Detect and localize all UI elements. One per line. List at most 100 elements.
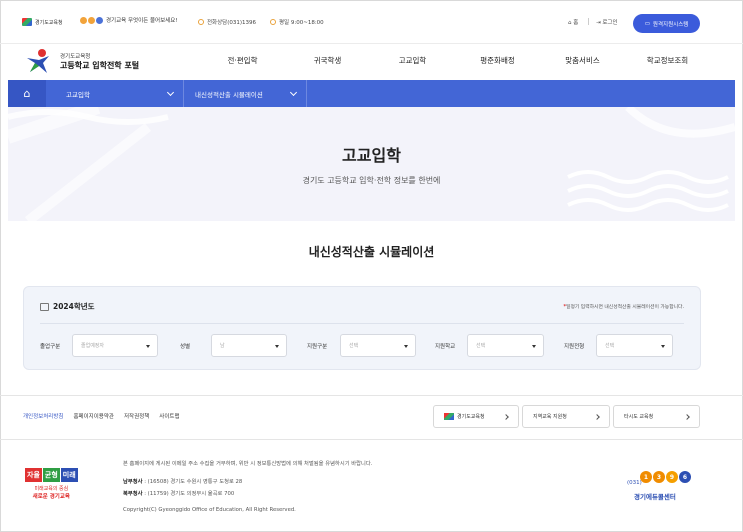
phone-icon: [198, 19, 204, 25]
chevron-right-icon: [594, 414, 600, 420]
academic-year-label: 2024학년도: [53, 302, 95, 311]
nav-item-transfer[interactable]: 전·편입학: [200, 55, 285, 66]
south-office-label: 남부청사: [123, 479, 143, 485]
hours-info: 평일 9:00~18:00: [270, 18, 324, 26]
caret-down-icon: [146, 345, 150, 348]
nav-item-admission[interactable]: 고교입학: [370, 55, 455, 66]
home-icon: ⌂: [23, 87, 31, 100]
breadcrumb-level1-label: 고교입학: [66, 90, 90, 99]
footer-info: 본 홈페이지에 게시된 이메일 주소 수집을 거부하며, 위반 시 정보통신망법…: [123, 458, 372, 516]
slogan-word: 균형: [42, 468, 60, 482]
divider: [40, 323, 684, 324]
south-office-text: : (16508) 경기도 수원시 영통구 도청로 28: [144, 479, 243, 485]
north-office-text: : (11759) 경기도 의정부시 율곡로 700: [144, 491, 235, 497]
breadcrumb-level1-dropdown[interactable]: 고교입학: [46, 80, 184, 107]
apply-school-value: 선택: [476, 343, 486, 349]
login-link-label: 로그인: [602, 20, 618, 26]
slogan-sub: 미래교육의 중심: [34, 486, 69, 492]
south-office-address: 남부청사 : (16508) 경기도 수원시 영통구 도청로 28: [123, 476, 372, 488]
apply-school-select[interactable]: 선택: [467, 334, 544, 357]
ball-icon: [80, 16, 87, 24]
hours-text: 평일 9:00~18:00: [279, 20, 324, 26]
remote-support-label: 원격지원시스템: [652, 21, 689, 28]
apply-track-value: 선택: [605, 343, 615, 349]
site-logo-icon: [27, 49, 49, 73]
office-logo[interactable]: 경기도교육청: [22, 18, 63, 26]
top-utility-bar: 경기도교육청 경기교육 무엇이든 물어보세요! 전화상담(031)1396 평일…: [0, 0, 743, 44]
page-subtitle: 경기도 고등학교 입학·전학 정보를 한번에: [302, 176, 441, 185]
slogan-word: 자율: [25, 468, 42, 482]
graduation-type-select[interactable]: 졸업예정자: [72, 334, 158, 357]
brand-line1: 경기도교육청: [60, 53, 91, 60]
simulator-note: *일정기 입력하시면 내신성적산출 시뮬레이션이 가능합니다.: [564, 303, 684, 310]
promo-banner[interactable]: 경기교육 무엇이든 물어보세요!: [80, 16, 177, 24]
footer-link-bar: 개인정보처리방침 홈페이지이용약관 저작권정책 사이트맵 경기도교육청 지역교육…: [0, 395, 743, 440]
chevron-down-icon: [289, 88, 298, 97]
call-center-logo: 1 3 9 6 (031) 경기에듀콜센터: [624, 463, 702, 508]
privacy-policy-link[interactable]: 개인정보처리방침: [23, 412, 63, 420]
page-title: 고교입학: [342, 146, 401, 165]
nav-item-assignment[interactable]: 평준화배정: [455, 55, 540, 66]
simulator-panel: 2024학년도 *일정기 입력하시면 내신성적산출 시뮬레이션이 가능합니다. …: [23, 286, 701, 370]
nav-item-school-info[interactable]: 학교정보조회: [625, 55, 710, 66]
clock-icon: [270, 19, 276, 25]
office-logo-icon: [444, 413, 454, 420]
call-center-digits: 1 3 9 6: [640, 471, 691, 483]
copyright-policy-link[interactable]: 저작권정책: [124, 412, 149, 420]
monitor-icon: ▭: [644, 20, 650, 27]
gender-select[interactable]: 남: [211, 334, 287, 357]
home-icon: ⌂: [568, 20, 572, 26]
breadcrumb-home[interactable]: ⌂: [8, 80, 46, 107]
office-logo-icon: [22, 18, 32, 26]
apply-track-select[interactable]: 선택: [596, 334, 673, 357]
breadcrumb: ⌂ 고교입학 내신성적산출 시뮬레이션: [8, 80, 735, 107]
login-link[interactable]: ⇥ 로그인: [596, 18, 618, 26]
copyright-text: Copyright(C) Gyeonggido Office of Educat…: [123, 507, 296, 513]
call-center-area-code: (031): [627, 480, 642, 486]
apply-school-label: 지원학교: [435, 344, 456, 350]
home-link-label: 홈: [573, 20, 579, 26]
breadcrumb-level2-label: 내신성적산출 시뮬레이션: [195, 90, 263, 99]
nav-item-custom[interactable]: 맞춤서비스: [540, 55, 625, 66]
nav-item-returnee[interactable]: 귀국학생: [285, 55, 370, 66]
office-logo-text: 경기도교육청: [35, 19, 63, 26]
graduation-type-value: 졸업예정자: [81, 343, 105, 349]
chevron-right-icon: [684, 414, 690, 420]
section-title: 내신성적산출 시뮬레이션: [308, 245, 435, 259]
apply-type-select[interactable]: 선택: [340, 334, 416, 357]
simulator-note-text: 일정기 입력하시면 내신성적산출 시뮬레이션이 가능합니다.: [566, 305, 684, 310]
footer-links: 개인정보처리방침 홈페이지이용약관 저작권정책 사이트맵: [23, 412, 180, 420]
terms-link[interactable]: 홈페이지이용약관: [73, 412, 113, 420]
other-office-button[interactable]: 타시도 교육청: [613, 405, 700, 428]
north-office-address: 북부청사 : (11759) 경기도 의정부시 율곡로 700: [123, 488, 372, 500]
home-link[interactable]: ⌂ 홈: [568, 18, 578, 26]
digit-ball: 9: [666, 471, 678, 483]
digit-ball: 3: [653, 471, 665, 483]
breadcrumb-level2-dropdown[interactable]: 내신성적산출 시뮬레이션: [185, 80, 307, 107]
ball-icon: [88, 16, 95, 24]
apply-type-value: 선택: [349, 343, 359, 349]
chevron-right-icon: [503, 414, 509, 420]
gender-label: 성별: [180, 344, 191, 350]
phone-info: 전화상담(031)1396: [198, 18, 256, 26]
digit-ball: 1: [640, 471, 652, 483]
local-office-label: 지역교육 지원청: [533, 414, 567, 420]
footer-slogan-logo: 자율 균형 미래 미래교육의 중심 새로운 경기교육: [25, 468, 78, 500]
ball-icon: [96, 16, 103, 24]
site-logo[interactable]: 경기도교육청 고등학교 입학전학 포털: [25, 48, 139, 74]
sitemap-link[interactable]: 사이트맵: [159, 412, 179, 420]
apply-type-label: 지원구분: [307, 344, 328, 350]
gender-value: 남: [220, 343, 225, 349]
call-center-name: 경기에듀콜센터: [634, 493, 676, 501]
graduation-type-label: 졸업구분: [40, 344, 61, 350]
caret-down-icon: [404, 345, 408, 348]
apply-track-label: 지원전형: [564, 344, 585, 350]
remote-support-button[interactable]: ▭ 원격지원시스템: [633, 14, 700, 33]
office-site-button[interactable]: 경기도교육청: [433, 405, 519, 428]
other-office-label: 타시도 교육청: [624, 414, 654, 420]
caret-down-icon: [532, 345, 536, 348]
local-office-button[interactable]: 지역교육 지원청: [522, 405, 610, 428]
login-icon: ⇥: [596, 20, 601, 26]
north-office-label: 북부청사: [123, 491, 143, 497]
email-notice: 본 홈페이지에 게시된 이메일 주소 수집을 거부하며, 위반 시 정보통신망법…: [123, 461, 373, 467]
